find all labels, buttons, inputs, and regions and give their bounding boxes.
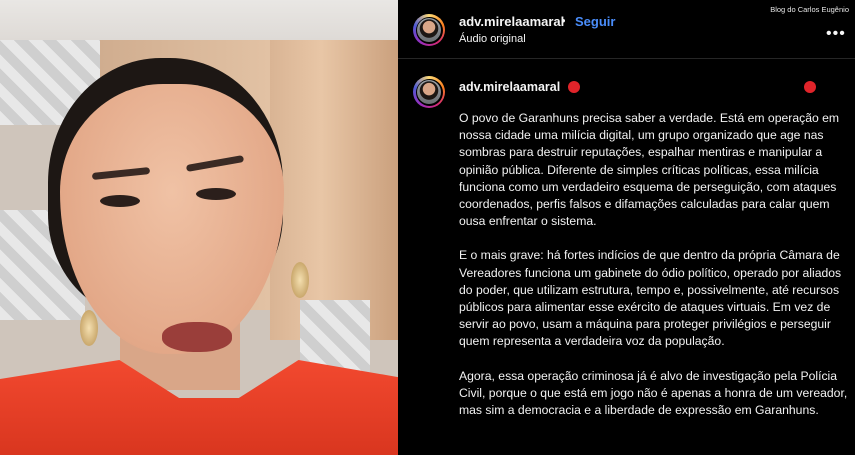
watermark-text: Blog do Carlos Eugênio — [770, 5, 849, 14]
caption-heading: adv.mirelaamaral DENÚNCIA GRAVE EM GARAN… — [459, 80, 820, 94]
caption-username[interactable]: adv.mirelaamaral — [459, 80, 560, 94]
follow-button[interactable]: Seguir — [575, 14, 615, 29]
original-audio-link[interactable]: Áudio original — [459, 33, 526, 45]
avatar-image — [417, 18, 441, 42]
video-person-earring — [291, 262, 309, 298]
caption-paragraph: E o mais grave: há fortes indícios de qu… — [459, 248, 842, 349]
video-person-earring — [80, 310, 98, 346]
caption-paragraph: O povo de Garanhuns precisa saber a verd… — [459, 111, 840, 229]
reel-video[interactable] — [0, 0, 398, 455]
more-options-icon[interactable]: ••• — [826, 25, 846, 43]
header-avatar[interactable] — [413, 14, 445, 46]
caption-body: O povo de Garanhuns precisa saber a verd… — [459, 110, 849, 436]
caption-avatar[interactable] — [413, 76, 445, 108]
video-person-mouth — [162, 322, 232, 352]
video-ceiling — [0, 0, 398, 40]
caption-paragraph: Agora, essa operação criminosa já é alvo… — [459, 368, 848, 418]
video-wood-panel — [270, 40, 398, 340]
header-username[interactable]: adv.mirelaamaral — [459, 14, 564, 29]
caption-title: DENÚNCIA GRAVE EM GARANHUNS — [583, 80, 801, 94]
avatar-image — [417, 80, 441, 104]
header-divider — [398, 58, 855, 59]
avatar-ring — [415, 78, 443, 106]
video-person-eye — [196, 188, 236, 200]
red-circle-icon — [567, 81, 580, 93]
red-circle-icon — [804, 81, 817, 93]
video-person-eye — [100, 195, 140, 207]
avatar-ring — [415, 16, 443, 44]
header-separator: • — [561, 13, 566, 28]
